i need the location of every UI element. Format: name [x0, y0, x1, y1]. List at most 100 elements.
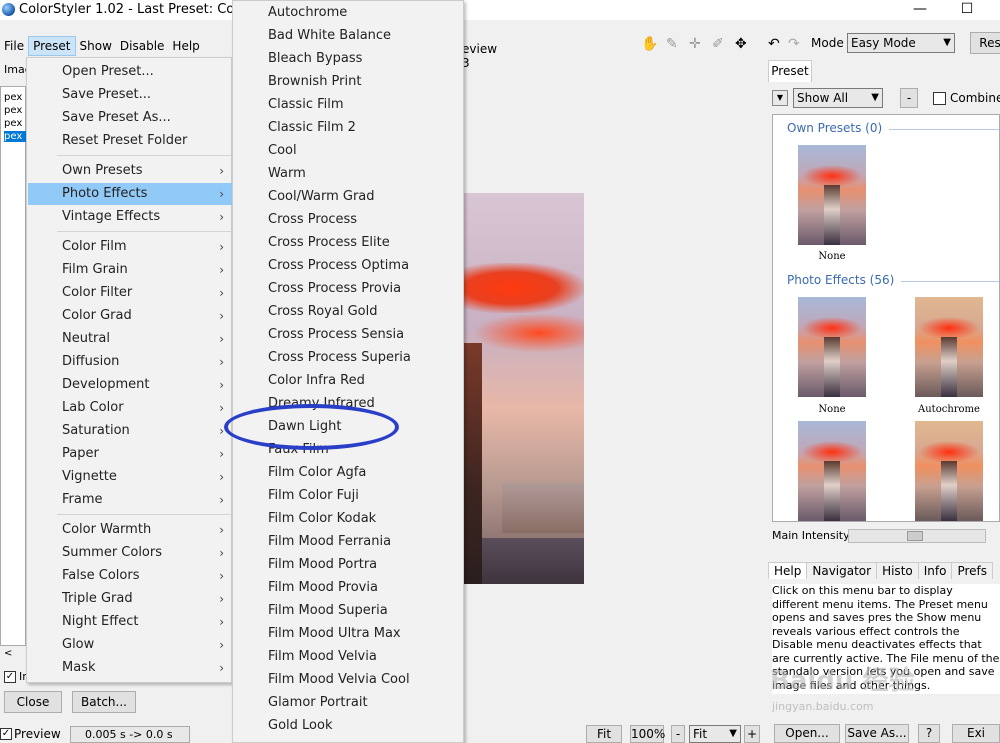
submenu-item-cross-process[interactable]: Cross Process	[234, 208, 463, 231]
help-button[interactable]: ?	[918, 724, 940, 743]
menu-item-false-colors[interactable]: False Colors ›	[28, 565, 232, 587]
preset-dropdown-icon[interactable]: ▼	[772, 90, 788, 106]
submenu-item-film-mood-velvia-cool[interactable]: Film Mood Velvia Cool	[234, 668, 463, 691]
submenu-item-classic-film-2[interactable]: Classic Film 2	[234, 116, 463, 139]
submenu-item-bad-white-balance[interactable]: Bad White Balance	[234, 24, 463, 47]
menu-preset[interactable]: Preset	[28, 36, 76, 56]
menu-file[interactable]: File	[0, 37, 28, 55]
tab-histo[interactable]: Histo	[876, 562, 919, 579]
menu-show[interactable]: Show	[76, 37, 116, 55]
split-view-icon[interactable]: ✥	[735, 36, 747, 56]
submenu-item-film-color-agfa[interactable]: Film Color Agfa	[234, 461, 463, 484]
menu-item-film-grain[interactable]: Film Grain ›	[28, 259, 232, 281]
slider-handle[interactable]	[907, 531, 923, 541]
submenu-item-warm[interactable]: Warm	[234, 162, 463, 185]
preview-tab-3[interactable]: eview 3	[462, 42, 502, 70]
submenu-item-film-color-fuji[interactable]: Film Color Fuji	[234, 484, 463, 507]
menu-item-open-preset[interactable]: Open Preset...	[28, 61, 232, 83]
maximize-button[interactable]: ☐	[957, 0, 977, 18]
menu-item-paper[interactable]: Paper ›	[28, 443, 232, 465]
brush-icon[interactable]: ✐	[712, 36, 724, 56]
tab-preset[interactable]: Preset	[768, 60, 812, 82]
minus-button[interactable]: -	[900, 88, 918, 108]
menu-item-lab-color[interactable]: Lab Color ›	[28, 397, 232, 419]
crosshair-icon[interactable]: ✛	[689, 36, 701, 56]
submenu-item-cross-process-superia[interactable]: Cross Process Superia	[234, 346, 463, 369]
close-button[interactable]: Close	[4, 691, 62, 713]
menu-item-diffusion[interactable]: Diffusion ›	[28, 351, 232, 373]
menu-item-color-filter[interactable]: Color Filter ›	[28, 282, 232, 304]
submenu-item-cool[interactable]: Cool	[234, 139, 463, 162]
menu-item-frame[interactable]: Frame ›	[28, 489, 232, 511]
menu-item-mask[interactable]: Mask ›	[28, 657, 232, 679]
eyedropper-icon[interactable]: ✎	[666, 36, 678, 56]
menu-item-neutral[interactable]: Neutral ›	[28, 328, 232, 350]
mode-select[interactable]: Easy Mode ▼	[847, 33, 955, 53]
menu-item-reset-preset-folder[interactable]: Reset Preset Folder	[28, 130, 232, 152]
submenu-item-color-infra-red[interactable]: Color Infra Red	[234, 369, 463, 392]
zoom-in-button[interactable]: +	[744, 725, 760, 743]
submenu-item-film-mood-ferrania[interactable]: Film Mood Ferrania	[234, 530, 463, 553]
menu-item-development[interactable]: Development ›	[28, 374, 232, 396]
file-item[interactable]: pex	[4, 118, 26, 129]
preset-thumbnail[interactable]	[915, 297, 983, 397]
submenu-item-film-mood-portra[interactable]: Film Mood Portra	[234, 553, 463, 576]
preset-thumbnail[interactable]	[915, 421, 983, 521]
menu-item-color-warmth[interactable]: Color Warmth ›	[28, 519, 232, 541]
menu-item-photo-effects[interactable]: Photo Effects ›	[28, 183, 232, 205]
zoom-100-button[interactable]: 100%	[630, 725, 665, 743]
submenu-item-film-color-kodak[interactable]: Film Color Kodak	[234, 507, 463, 530]
intensity-slider[interactable]	[848, 529, 986, 543]
menu-item-color-grad[interactable]: Color Grad ›	[28, 305, 232, 327]
fit-button[interactable]: Fit	[586, 725, 622, 743]
menu-item-save-preset-as[interactable]: Save Preset As...	[28, 107, 232, 129]
file-item[interactable]: pex	[4, 105, 26, 116]
zoom-select[interactable]: Fit ▼	[689, 725, 741, 743]
image-list[interactable]	[0, 86, 26, 646]
file-item[interactable]: pex	[4, 92, 26, 103]
submenu-item-classic-film[interactable]: Classic Film	[234, 93, 463, 116]
submenu-item-cross-royal-gold[interactable]: Cross Royal Gold	[234, 300, 463, 323]
submenu-item-bleach-bypass[interactable]: Bleach Bypass	[234, 47, 463, 70]
zoom-out-button[interactable]: -	[671, 725, 685, 743]
tab-help[interactable]: Help	[768, 562, 808, 579]
preset-thumbnail[interactable]	[798, 421, 866, 521]
open-button[interactable]: Open...	[774, 724, 840, 743]
scroll-left-icon[interactable]: <	[4, 648, 12, 659]
tab-prefs[interactable]: Prefs	[951, 562, 994, 579]
menu-item-saturation[interactable]: Saturation ›	[28, 420, 232, 442]
menu-item-night-effect[interactable]: Night Effect ›	[28, 611, 232, 633]
submenu-item-cross-process-sensia[interactable]: Cross Process Sensia	[234, 323, 463, 346]
submenu-item-cross-process-elite[interactable]: Cross Process Elite	[234, 231, 463, 254]
submenu-item-film-mood-velvia[interactable]: Film Mood Velvia	[234, 645, 463, 668]
combine-checkbox[interactable]	[933, 92, 946, 105]
submenu-item-film-mood-ultra-max[interactable]: Film Mood Ultra Max	[234, 622, 463, 645]
submenu-item-brownish-print[interactable]: Brownish Print	[234, 70, 463, 93]
preset-browser[interactable]: Own Presets (0) None Photo Effects (56) …	[772, 114, 1000, 522]
menu-item-save-preset[interactable]: Save Preset...	[28, 84, 232, 106]
menu-help[interactable]: Help	[168, 37, 203, 55]
submenu-item-cross-process-provia[interactable]: Cross Process Provia	[234, 277, 463, 300]
filter-select[interactable]: Show All ▼	[793, 88, 883, 108]
menu-item-triple-grad[interactable]: Triple Grad ›	[28, 588, 232, 610]
menu-item-own-presets[interactable]: Own Presets ›	[28, 160, 232, 182]
redo-icon[interactable]: ↷	[788, 36, 800, 56]
tab-navigator[interactable]: Navigator	[806, 562, 878, 579]
checkbox[interactable]: ✓	[4, 671, 16, 683]
menu-item-summer-colors[interactable]: Summer Colors ›	[28, 542, 232, 564]
preview-checkbox[interactable]: ✓	[0, 728, 12, 740]
menu-disable[interactable]: Disable	[116, 37, 169, 55]
exit-button[interactable]: Exi	[952, 724, 1000, 743]
submenu-item-film-mood-provia[interactable]: Film Mood Provia	[234, 576, 463, 599]
submenu-item-film-mood-superia[interactable]: Film Mood Superia	[234, 599, 463, 622]
submenu-item-autochrome[interactable]: Autochrome	[234, 1, 463, 24]
save-as-button[interactable]: Save As...	[845, 724, 909, 743]
tab-info[interactable]: Info	[917, 562, 953, 579]
preset-thumbnail[interactable]	[798, 145, 866, 245]
minimize-button[interactable]: —	[910, 0, 930, 18]
submenu-item-gold-look[interactable]: Gold Look	[234, 714, 463, 737]
menu-item-glow[interactable]: Glow ›	[28, 634, 232, 656]
submenu-item-cool-warm-grad[interactable]: Cool/Warm Grad	[234, 185, 463, 208]
file-item-selected[interactable]: pex	[4, 131, 26, 142]
undo-icon[interactable]: ↶	[768, 36, 780, 56]
